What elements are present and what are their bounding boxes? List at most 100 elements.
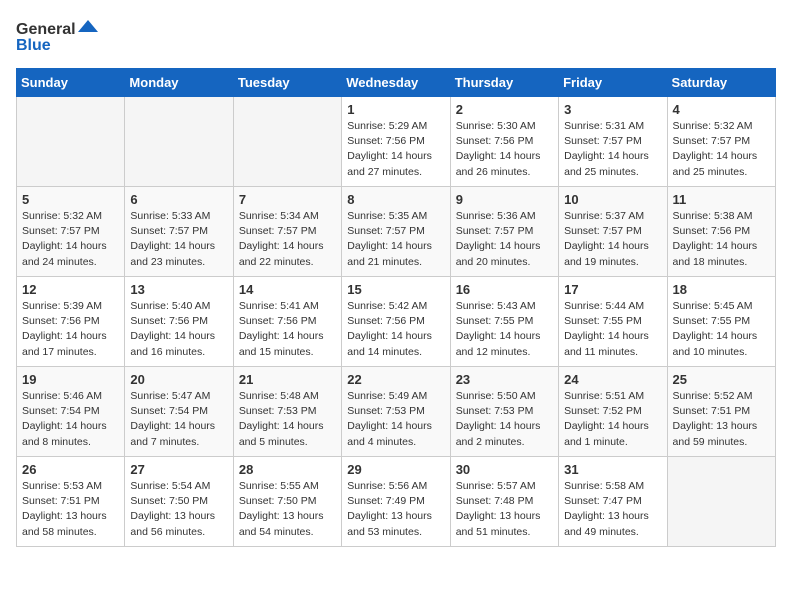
calendar-cell: 14 Sunrise: 5:41 AM Sunset: 7:56 PM Dayli… xyxy=(233,277,341,367)
calendar-cell: 7 Sunrise: 5:34 AM Sunset: 7:57 PM Daylig… xyxy=(233,187,341,277)
day-number: 25 xyxy=(673,372,770,387)
calendar-cell: 22 Sunrise: 5:49 AM Sunset: 7:53 PM Dayli… xyxy=(342,367,450,457)
day-info: Sunrise: 5:43 AM Sunset: 7:55 PM Dayligh… xyxy=(456,299,553,360)
calendar-cell: 18Sunrise: 5:45 AM Sunset: 7:55 PM Dayli… xyxy=(667,277,775,367)
calendar-cell: 17 Sunrise: 5:44 AM Sunset: 7:55 PM Dayli… xyxy=(559,277,667,367)
day-info: Sunrise: 5:34 AM Sunset: 7:57 PM Dayligh… xyxy=(239,209,336,270)
day-info: Sunrise: 5:38 AM Sunset: 7:56 PM Dayligh… xyxy=(673,209,770,270)
day-info: Sunrise: 5:54 AM Sunset: 7:50 PM Dayligh… xyxy=(130,479,227,540)
calendar-cell: 30Sunrise: 5:57 AM Sunset: 7:48 PM Dayli… xyxy=(450,457,558,547)
weekday-header-wednesday: Wednesday xyxy=(342,69,450,97)
page-header: GeneralBlue xyxy=(16,16,776,56)
calendar-cell: 21 Sunrise: 5:48 AM Sunset: 7:53 PM Dayli… xyxy=(233,367,341,457)
day-number: 7 xyxy=(239,192,336,207)
day-number: 22 xyxy=(347,372,444,387)
day-info: Sunrise: 5:40 AM Sunset: 7:56 PM Dayligh… xyxy=(130,299,227,360)
day-number: 16 xyxy=(456,282,553,297)
day-info: Sunrise: 5:32 AM Sunset: 7:57 PM Dayligh… xyxy=(673,119,770,180)
calendar-cell: 24 Sunrise: 5:51 AM Sunset: 7:52 PM Dayli… xyxy=(559,367,667,457)
day-number: 5 xyxy=(22,192,119,207)
day-info: Sunrise: 5:47 AM Sunset: 7:54 PM Dayligh… xyxy=(130,389,227,450)
calendar-cell: 25 Sunrise: 5:52 AM Sunset: 7:51 PM Dayli… xyxy=(667,367,775,457)
day-info: Sunrise: 5:41 AM Sunset: 7:56 PM Dayligh… xyxy=(239,299,336,360)
day-info: Sunrise: 5:50 AM Sunset: 7:53 PM Dayligh… xyxy=(456,389,553,450)
day-number: 13 xyxy=(130,282,227,297)
calendar-cell: 10 Sunrise: 5:37 AM Sunset: 7:57 PM Dayli… xyxy=(559,187,667,277)
calendar-week-row: 19 Sunrise: 5:46 AM Sunset: 7:54 PM Dayli… xyxy=(17,367,776,457)
day-info: Sunrise: 5:48 AM Sunset: 7:53 PM Dayligh… xyxy=(239,389,336,450)
day-number: 17 xyxy=(564,282,661,297)
weekday-header-friday: Friday xyxy=(559,69,667,97)
calendar-cell: 16 Sunrise: 5:43 AM Sunset: 7:55 PM Dayli… xyxy=(450,277,558,367)
day-number: 24 xyxy=(564,372,661,387)
weekday-header-thursday: Thursday xyxy=(450,69,558,97)
day-number: 18 xyxy=(673,282,770,297)
weekday-header-saturday: Saturday xyxy=(667,69,775,97)
calendar-cell: 8Sunrise: 5:35 AM Sunset: 7:57 PM Daylig… xyxy=(342,187,450,277)
day-number: 6 xyxy=(130,192,227,207)
calendar-week-row: 5 Sunrise: 5:32 AM Sunset: 7:57 PM Daylig… xyxy=(17,187,776,277)
day-number: 20 xyxy=(130,372,227,387)
calendar-table: SundayMondayTuesdayWednesdayThursdayFrid… xyxy=(16,68,776,547)
day-number: 21 xyxy=(239,372,336,387)
day-number: 10 xyxy=(564,192,661,207)
day-number: 3 xyxy=(564,102,661,117)
calendar-week-row: 12Sunrise: 5:39 AM Sunset: 7:56 PM Dayli… xyxy=(17,277,776,367)
day-number: 4 xyxy=(673,102,770,117)
day-info: Sunrise: 5:46 AM Sunset: 7:54 PM Dayligh… xyxy=(22,389,119,450)
day-info: Sunrise: 5:37 AM Sunset: 7:57 PM Dayligh… xyxy=(564,209,661,270)
svg-text:Blue: Blue xyxy=(16,37,51,54)
weekday-header-tuesday: Tuesday xyxy=(233,69,341,97)
day-info: Sunrise: 5:49 AM Sunset: 7:53 PM Dayligh… xyxy=(347,389,444,450)
day-info: Sunrise: 5:42 AM Sunset: 7:56 PM Dayligh… xyxy=(347,299,444,360)
day-number: 9 xyxy=(456,192,553,207)
calendar-cell: 20 Sunrise: 5:47 AM Sunset: 7:54 PM Dayli… xyxy=(125,367,233,457)
day-info: Sunrise: 5:53 AM Sunset: 7:51 PM Dayligh… xyxy=(22,479,119,540)
calendar-cell xyxy=(125,97,233,187)
weekday-header-sunday: Sunday xyxy=(17,69,125,97)
calendar-cell: 31Sunrise: 5:58 AM Sunset: 7:47 PM Dayli… xyxy=(559,457,667,547)
day-number: 14 xyxy=(239,282,336,297)
calendar-cell: 26 Sunrise: 5:53 AM Sunset: 7:51 PM Dayli… xyxy=(17,457,125,547)
day-info: Sunrise: 5:58 AM Sunset: 7:47 PM Dayligh… xyxy=(564,479,661,540)
day-info: Sunrise: 5:51 AM Sunset: 7:52 PM Dayligh… xyxy=(564,389,661,450)
day-number: 23 xyxy=(456,372,553,387)
calendar-cell: 29Sunrise: 5:56 AM Sunset: 7:49 PM Dayli… xyxy=(342,457,450,547)
day-number: 27 xyxy=(130,462,227,477)
day-info: Sunrise: 5:36 AM Sunset: 7:57 PM Dayligh… xyxy=(456,209,553,270)
day-info: Sunrise: 5:33 AM Sunset: 7:57 PM Dayligh… xyxy=(130,209,227,270)
day-number: 28 xyxy=(239,462,336,477)
day-info: Sunrise: 5:55 AM Sunset: 7:50 PM Dayligh… xyxy=(239,479,336,540)
day-number: 26 xyxy=(22,462,119,477)
calendar-cell: 2 Sunrise: 5:30 AM Sunset: 7:56 PM Daylig… xyxy=(450,97,558,187)
day-number: 12 xyxy=(22,282,119,297)
calendar-cell: 23 Sunrise: 5:50 AM Sunset: 7:53 PM Dayli… xyxy=(450,367,558,457)
day-number: 15 xyxy=(347,282,444,297)
day-number: 19 xyxy=(22,372,119,387)
calendar-cell: 12Sunrise: 5:39 AM Sunset: 7:56 PM Dayli… xyxy=(17,277,125,367)
calendar-header-row: SundayMondayTuesdayWednesdayThursdayFrid… xyxy=(17,69,776,97)
calendar-cell: 28 Sunrise: 5:55 AM Sunset: 7:50 PM Dayli… xyxy=(233,457,341,547)
day-number: 30 xyxy=(456,462,553,477)
calendar-cell xyxy=(17,97,125,187)
calendar-cell: 27 Sunrise: 5:54 AM Sunset: 7:50 PM Dayli… xyxy=(125,457,233,547)
day-number: 11 xyxy=(673,192,770,207)
day-info: Sunrise: 5:30 AM Sunset: 7:56 PM Dayligh… xyxy=(456,119,553,180)
weekday-header-monday: Monday xyxy=(125,69,233,97)
calendar-cell: 4 Sunrise: 5:32 AM Sunset: 7:57 PM Daylig… xyxy=(667,97,775,187)
calendar-cell: 6 Sunrise: 5:33 AM Sunset: 7:57 PM Daylig… xyxy=(125,187,233,277)
day-info: Sunrise: 5:52 AM Sunset: 7:51 PM Dayligh… xyxy=(673,389,770,450)
calendar-cell: 9 Sunrise: 5:36 AM Sunset: 7:57 PM Daylig… xyxy=(450,187,558,277)
day-info: Sunrise: 5:32 AM Sunset: 7:57 PM Dayligh… xyxy=(22,209,119,270)
day-number: 2 xyxy=(456,102,553,117)
calendar-cell: 13 Sunrise: 5:40 AM Sunset: 7:56 PM Dayli… xyxy=(125,277,233,367)
day-number: 8 xyxy=(347,192,444,207)
day-info: Sunrise: 5:29 AM Sunset: 7:56 PM Dayligh… xyxy=(347,119,444,180)
svg-text:General: General xyxy=(16,21,76,38)
logo: GeneralBlue xyxy=(16,16,106,56)
day-number: 29 xyxy=(347,462,444,477)
calendar-week-row: 1 Sunrise: 5:29 AM Sunset: 7:56 PM Daylig… xyxy=(17,97,776,187)
calendar-cell: 19 Sunrise: 5:46 AM Sunset: 7:54 PM Dayli… xyxy=(17,367,125,457)
day-number: 1 xyxy=(347,102,444,117)
day-info: Sunrise: 5:44 AM Sunset: 7:55 PM Dayligh… xyxy=(564,299,661,360)
